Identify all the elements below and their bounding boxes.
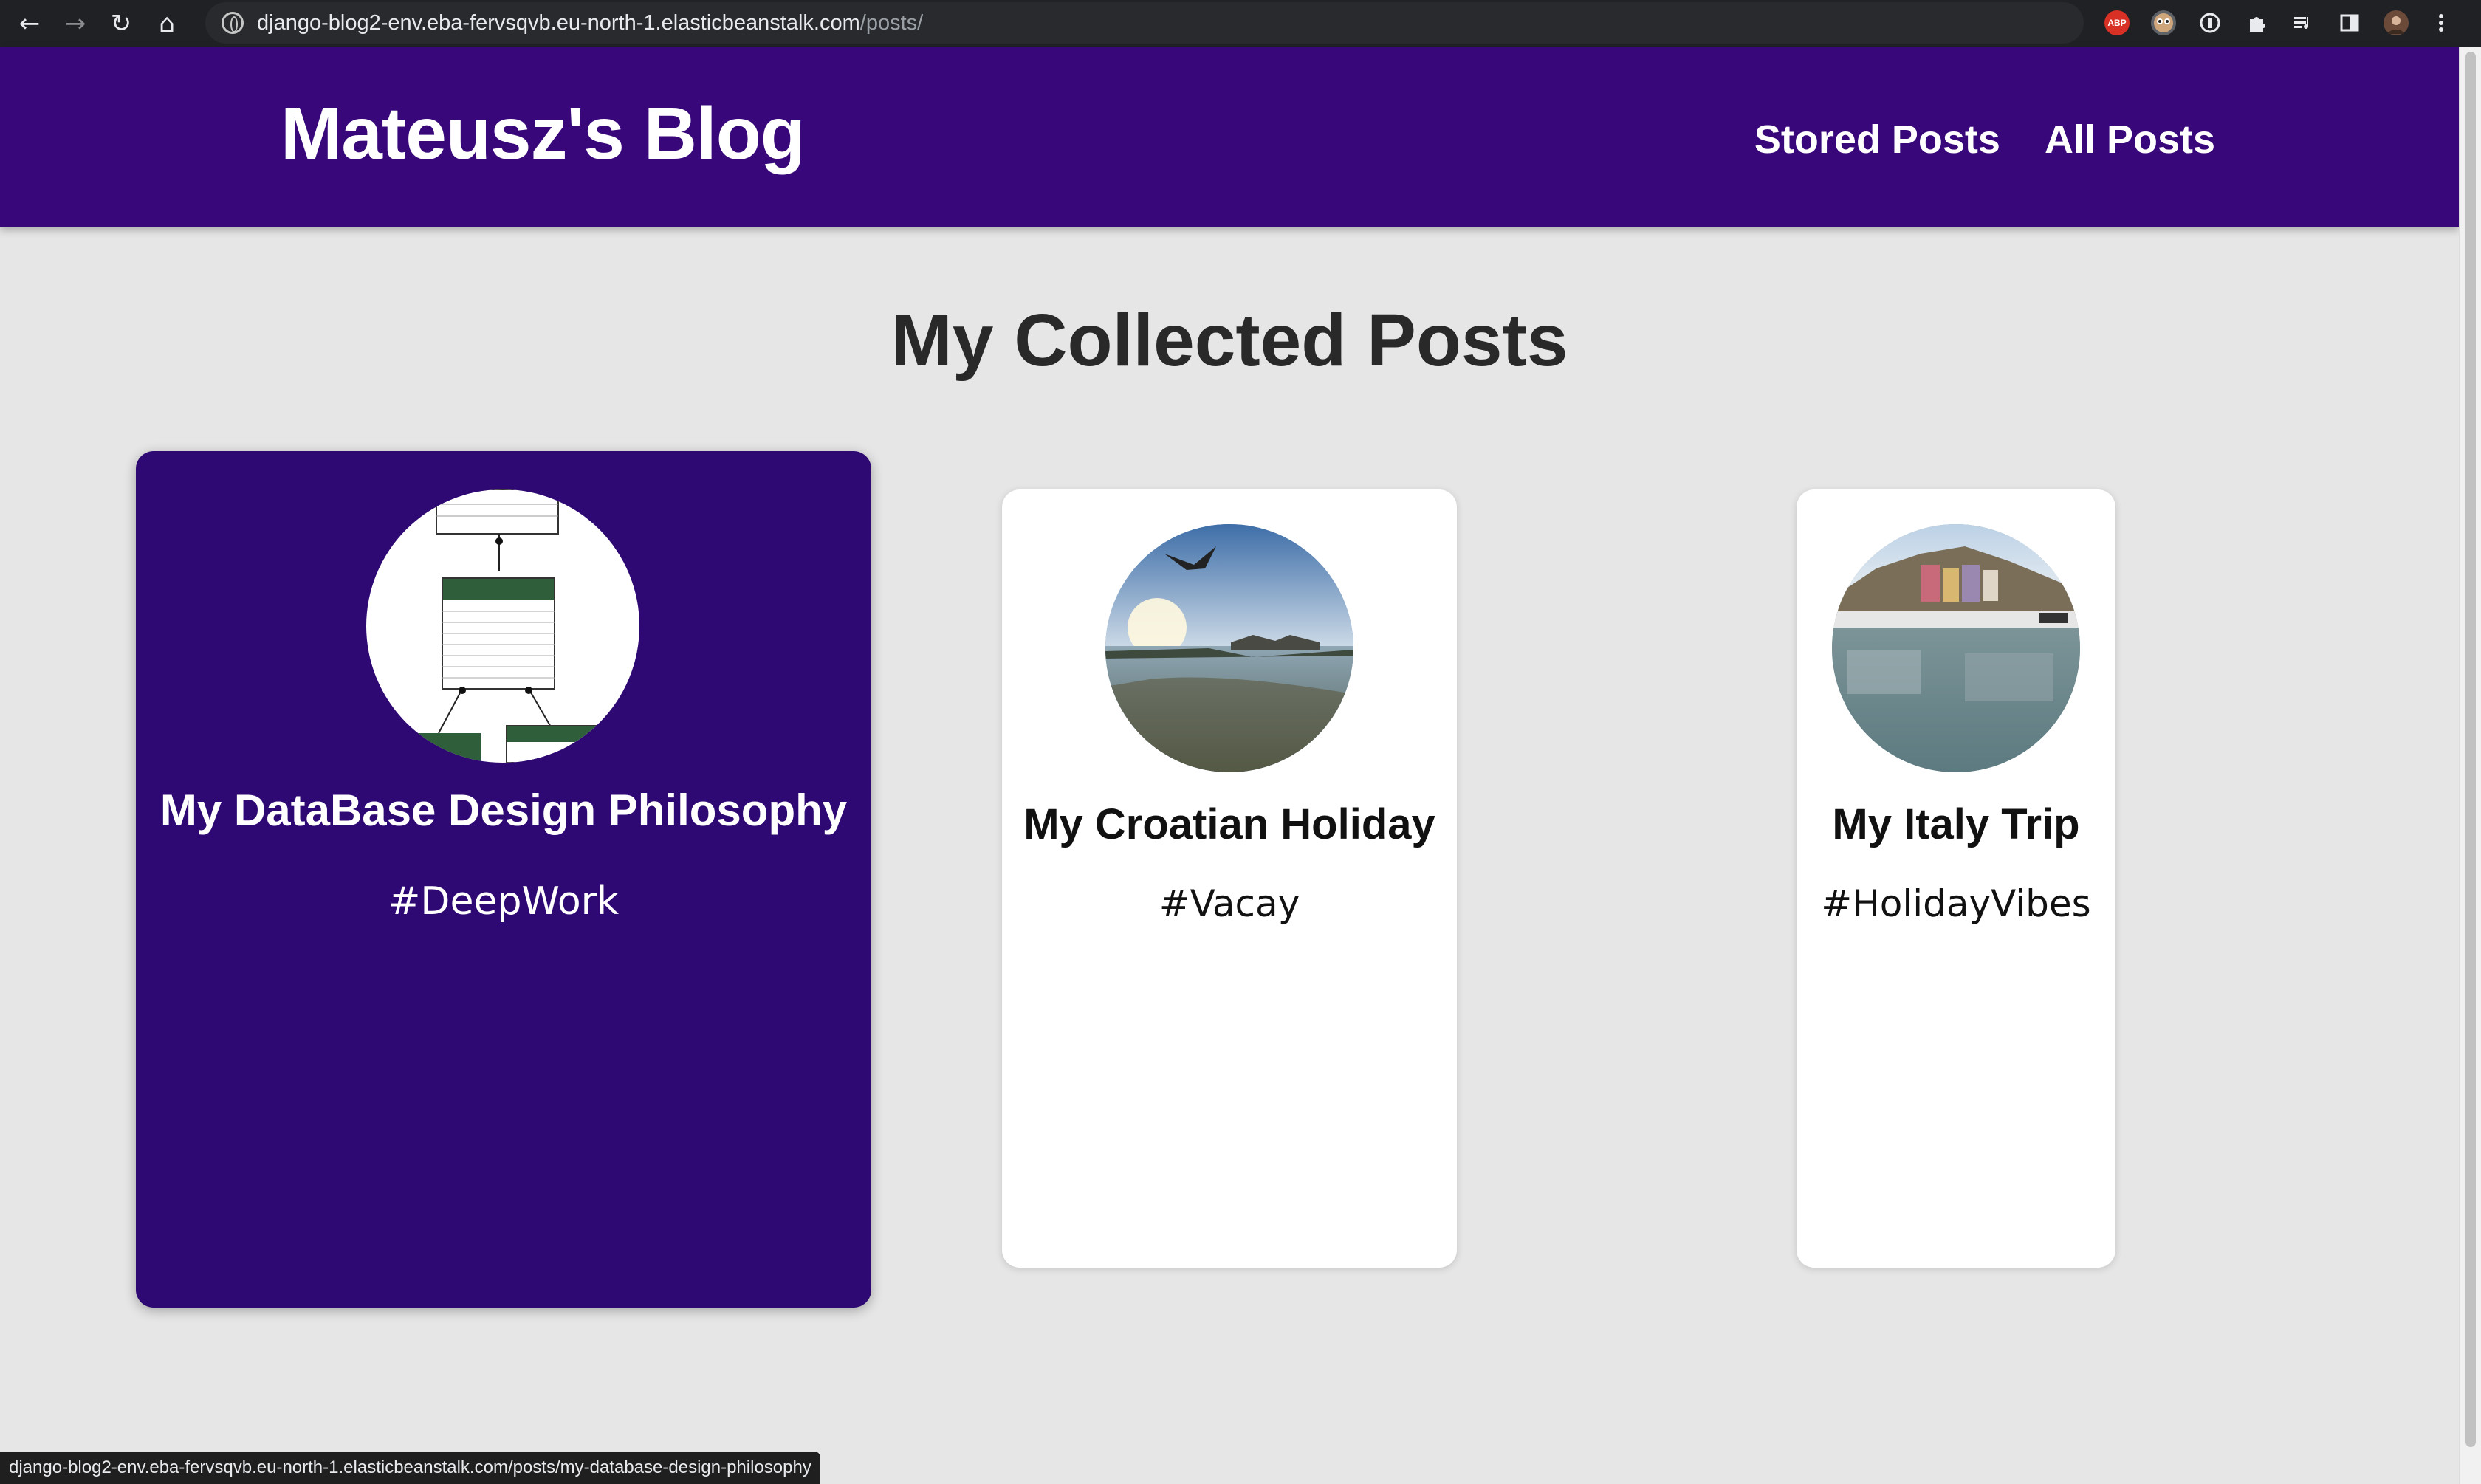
link-status-bar: django-blog2-env.eba-fervsqvb.eu-north-1…: [0, 1452, 820, 1484]
post-card-database[interactable]: My DataBase Design Philosophy #DeepWork: [136, 451, 871, 1308]
browser-toolbar: ← → ↻ ⌂ django-blog2-env.eba-fervsqvb.eu…: [0, 0, 2481, 47]
post-title[interactable]: My Croatian Holiday: [1002, 800, 1457, 849]
site-logo[interactable]: Mateusz's Blog: [281, 92, 806, 176]
url-host: django-blog2-env.eba-fervsqvb.eu-north-1…: [257, 10, 860, 35]
side-panel-icon[interactable]: [2337, 10, 2362, 35]
address-bar[interactable]: django-blog2-env.eba-fervsqvb.eu-north-1…: [205, 2, 2084, 44]
extension-icon[interactable]: [2151, 10, 2176, 35]
post-tag: #HolidayVibes: [1821, 882, 2091, 925]
nav-all-posts[interactable]: All Posts: [2045, 117, 2215, 162]
site-info-icon[interactable]: [222, 12, 244, 34]
post-image-database: [366, 489, 639, 763]
page-viewport: Mateusz's Blog Stored Posts All Posts My…: [0, 47, 2459, 1484]
url-text[interactable]: django-blog2-env.eba-fervsqvb.eu-north-1…: [257, 11, 923, 35]
post-title[interactable]: My Italy Trip: [1797, 800, 2115, 849]
media-icon[interactable]: [2290, 10, 2316, 35]
profile-avatar[interactable]: [2384, 10, 2409, 35]
post-title[interactable]: My DataBase Design Philosophy: [136, 785, 871, 836]
puzzle-icon[interactable]: [2244, 10, 2269, 35]
page-title: My Collected Posts: [891, 299, 1568, 382]
kebab-menu-icon[interactable]: [2434, 10, 2449, 35]
post-card-croatia[interactable]: My Croatian Holiday #Vacay: [1002, 489, 1457, 1268]
scrollbar-thumb[interactable]: [2465, 52, 2476, 1447]
back-icon[interactable]: ←: [13, 7, 46, 40]
post-tag: #Vacay: [1159, 882, 1300, 925]
nav-stored-posts[interactable]: Stored Posts: [1754, 117, 2000, 162]
post-tag: #DeepWork: [388, 879, 620, 924]
home-icon[interactable]: ⌂: [151, 7, 183, 40]
main-nav: Stored Posts All Posts: [1754, 117, 2215, 162]
adblock-extension-icon[interactable]: ABP: [2104, 10, 2130, 35]
post-card-italy[interactable]: My Italy Trip #HolidayVibes: [1797, 489, 2115, 1268]
page-scrollbar[interactable]: [2459, 47, 2481, 1484]
reload-icon[interactable]: ↻: [105, 7, 137, 40]
extension-circle-icon[interactable]: [2197, 10, 2223, 35]
forward-icon[interactable]: →: [59, 7, 92, 40]
site-header: Mateusz's Blog Stored Posts All Posts: [0, 47, 2459, 227]
post-image-italy: [1832, 524, 2080, 772]
post-image-croatia: [1105, 524, 1353, 772]
url-path: /posts/: [859, 10, 924, 35]
